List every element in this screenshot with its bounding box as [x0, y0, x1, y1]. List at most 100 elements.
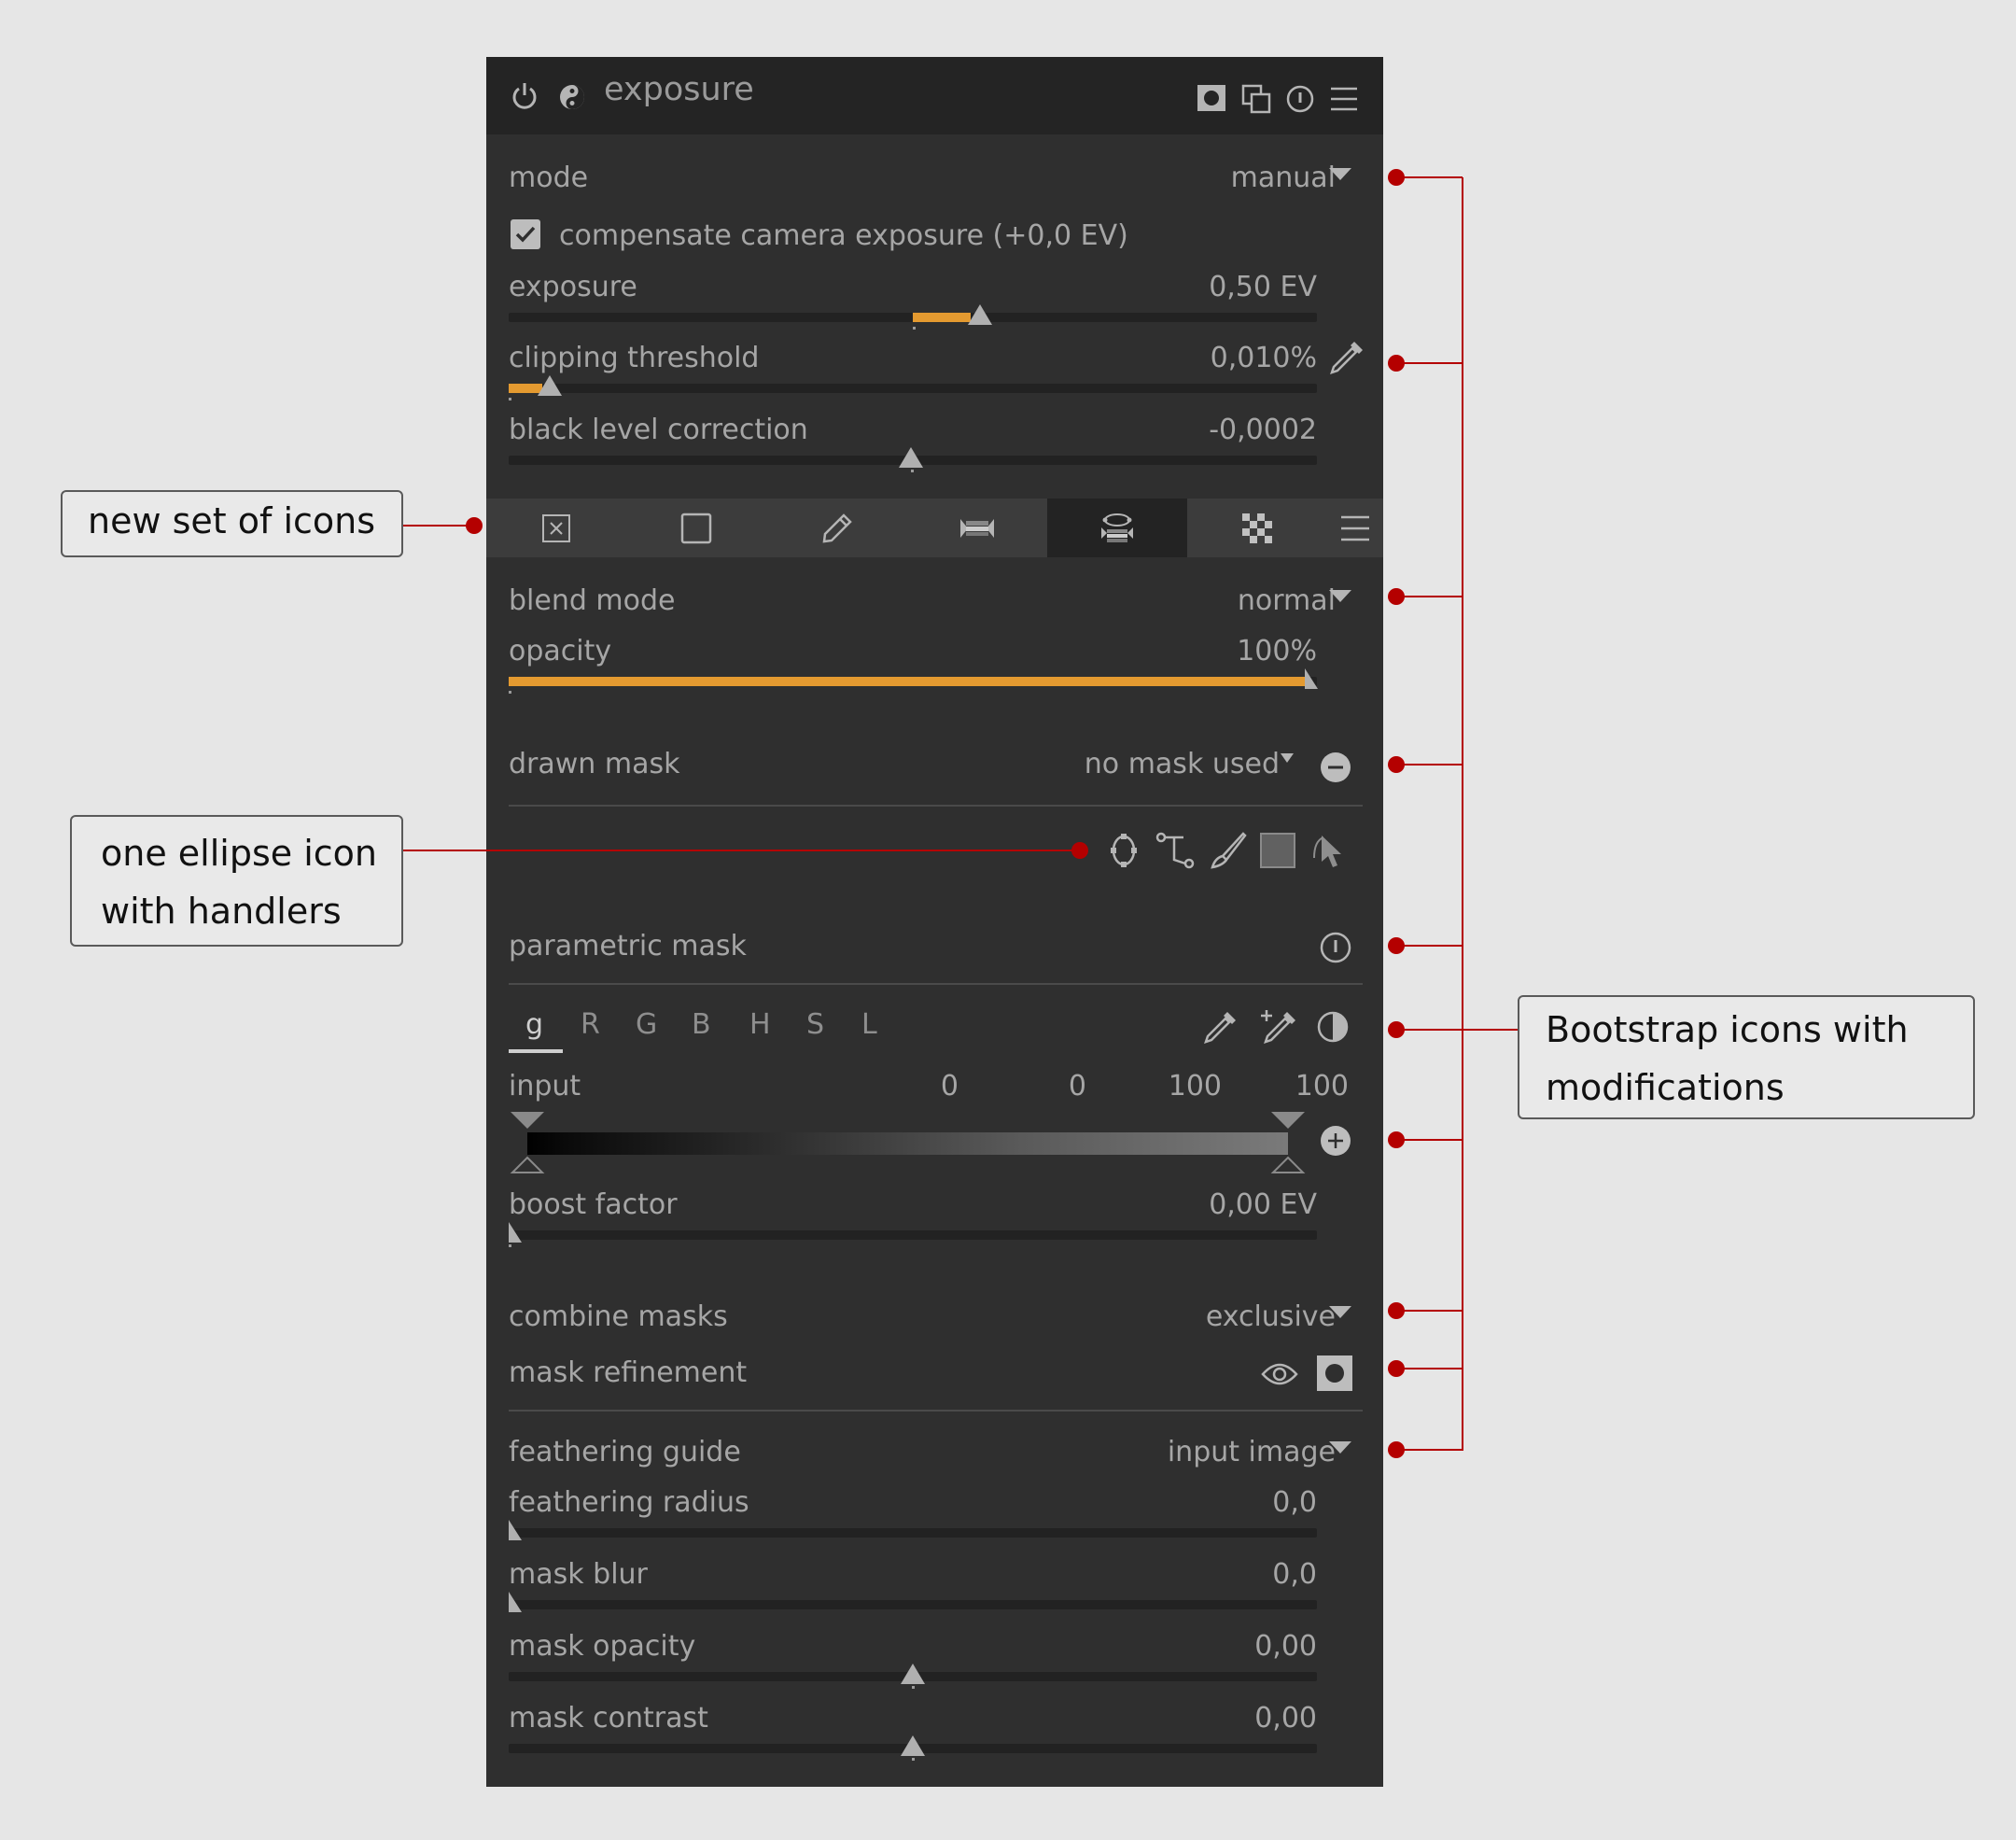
presets-menu-icon[interactable]	[1331, 86, 1357, 112]
blend-mode-dropdown[interactable]: normal	[934, 587, 1336, 615]
combine-masks-chevron-icon[interactable]	[1329, 1306, 1351, 1318]
mode-value: manual	[1230, 162, 1336, 194]
feathering-guide-dropdown[interactable]: input image	[934, 1439, 1336, 1467]
tab-drawn-parametric[interactable]	[1047, 499, 1187, 557]
tab-mask-off[interactable]	[486, 499, 626, 557]
mask-tab-bar	[486, 499, 1383, 557]
mask-indicator-icon[interactable]	[1197, 85, 1225, 111]
bracket-tick-2	[1395, 362, 1463, 364]
channel-tab-S[interactable]: S	[806, 1011, 824, 1039]
parametric-icon	[960, 517, 994, 540]
input-lower-left-marker[interactable]	[510, 1156, 545, 1174]
picker-plus-icon[interactable]	[1259, 1009, 1298, 1045]
drawn-mask-value: no mask used	[1084, 748, 1280, 780]
channel-tab-R[interactable]: R	[581, 1011, 600, 1039]
drawn-mask-dropdown[interactable]: no mask used	[906, 751, 1280, 779]
mask-contrast-slider-handle[interactable]	[901, 1735, 925, 1756]
tab-drawn[interactable]	[767, 499, 907, 557]
add-range-icon[interactable]	[1320, 1125, 1351, 1157]
boost-factor-slider-zero-mark	[509, 1244, 511, 1247]
feathering-radius-slider-handle[interactable]	[509, 1520, 522, 1540]
menu-icon	[1341, 514, 1369, 542]
feathering-radius-slider[interactable]	[509, 1520, 1317, 1540]
bracket-tick-10	[1395, 1449, 1463, 1451]
opacity-slider[interactable]	[509, 668, 1318, 694]
callout-bootstrap-line1: Bootstrap icons with	[1546, 1009, 1909, 1050]
feathering-guide-chevron-icon[interactable]	[1329, 1441, 1351, 1454]
callout-new-icons-text: new set of icons	[88, 500, 376, 541]
drawn-mask-label: drawn mask	[509, 748, 680, 780]
mode-dropdown[interactable]: manual	[934, 164, 1336, 192]
clipping-slider-handle[interactable]	[538, 375, 562, 396]
mask-contrast-label: mask contrast	[509, 1702, 708, 1735]
input-value-1: 0	[940, 1070, 959, 1103]
eye-icon[interactable]	[1261, 1361, 1298, 1387]
picker-icon[interactable]	[1203, 1009, 1239, 1045]
opacity-label: opacity	[509, 635, 612, 667]
boost-factor-slider-handle[interactable]	[509, 1222, 522, 1243]
tab-menu[interactable]	[1327, 499, 1383, 557]
display-mask-icon[interactable]	[1317, 1355, 1352, 1391]
blend-mode-label: blend mode	[509, 584, 676, 617]
channel-tab-G[interactable]: G	[636, 1011, 657, 1039]
channel-tab-L[interactable]: L	[861, 1011, 877, 1039]
mask-contrast-slider[interactable]	[509, 1735, 1317, 1761]
tab-parametric[interactable]	[907, 499, 1047, 557]
input-gradient-bar[interactable]	[527, 1132, 1288, 1155]
parametric-info-icon[interactable]	[1320, 932, 1351, 963]
ellipse-with-handles-icon[interactable]	[1107, 832, 1141, 869]
mask-opacity-slider-handle[interactable]	[901, 1664, 925, 1684]
input-upper-right-marker[interactable]	[1271, 1112, 1305, 1131]
multi-instance-icon[interactable]	[1241, 84, 1271, 114]
module-title: exposure	[604, 71, 754, 108]
bracket-dot-3	[1388, 588, 1405, 605]
compensate-checkbox[interactable]	[511, 219, 540, 249]
combine-masks-dropdown[interactable]: exclusive	[934, 1303, 1336, 1331]
bracket-tick-4	[1395, 764, 1463, 765]
blend-mode-chevron-icon[interactable]	[1329, 590, 1351, 602]
active-channel-underline	[509, 1049, 563, 1053]
mode-chevron-icon[interactable]	[1329, 168, 1351, 180]
exposure-slider[interactable]	[509, 304, 1317, 330]
tab-uniform[interactable]	[626, 499, 766, 557]
brush-icon[interactable]	[1210, 832, 1247, 869]
mask-blur-slider-handle[interactable]	[509, 1592, 522, 1612]
invert-polarity-icon[interactable]	[1317, 1011, 1349, 1043]
boost-factor-slider[interactable]	[509, 1222, 1317, 1247]
module-header[interactable]: exposure	[486, 57, 1383, 134]
bracket-tick-8	[1395, 1310, 1463, 1312]
channel-tab-B[interactable]: B	[692, 1011, 711, 1039]
yin-yang-icon[interactable]	[558, 83, 586, 111]
opacity-slider-handle[interactable]	[1305, 668, 1318, 689]
black-level-slider[interactable]	[509, 447, 1317, 472]
bracket-dot-9	[1388, 1360, 1405, 1377]
input-lower-right-marker[interactable]	[1270, 1156, 1306, 1174]
channel-tab-g[interactable]: g	[525, 1011, 543, 1039]
channel-tab-H[interactable]: H	[749, 1011, 771, 1039]
input-upper-left-marker[interactable]	[511, 1112, 544, 1131]
tab-raster[interactable]	[1187, 499, 1327, 557]
black-level-slider-handle[interactable]	[899, 447, 923, 468]
clipping-slider[interactable]	[509, 375, 1317, 400]
bracket-to-callout-line	[1462, 1029, 1518, 1031]
mask-blur-slider[interactable]	[509, 1592, 1317, 1612]
clipping-slider-zero-mark	[509, 398, 511, 400]
power-icon[interactable]	[511, 81, 539, 111]
bracket-tick-7	[1395, 1139, 1463, 1141]
exposure-slider-zero-mark	[913, 327, 916, 330]
callout-bootstrap-line2: modifications	[1546, 1067, 1785, 1108]
mask-opacity-slider[interactable]	[509, 1664, 1317, 1689]
gradient-icon[interactable]	[1260, 833, 1295, 868]
drawn-mask-chevron-icon[interactable]	[1281, 753, 1294, 763]
mask-opacity-value: 0,00	[1254, 1630, 1317, 1663]
reset-icon[interactable]	[1286, 85, 1314, 113]
remove-mask-icon[interactable]	[1320, 751, 1351, 783]
path-icon[interactable]	[1155, 832, 1195, 869]
opacity-slider-zero-mark	[509, 691, 511, 694]
pencil-icon	[821, 513, 853, 544]
color-picker-icon[interactable]	[1328, 339, 1365, 376]
exposure-slider-handle[interactable]	[968, 304, 992, 325]
edit-shapes-icon[interactable]	[1310, 832, 1348, 871]
black-level-slider-zero-mark	[911, 470, 914, 472]
mask-opacity-label: mask opacity	[509, 1630, 696, 1663]
